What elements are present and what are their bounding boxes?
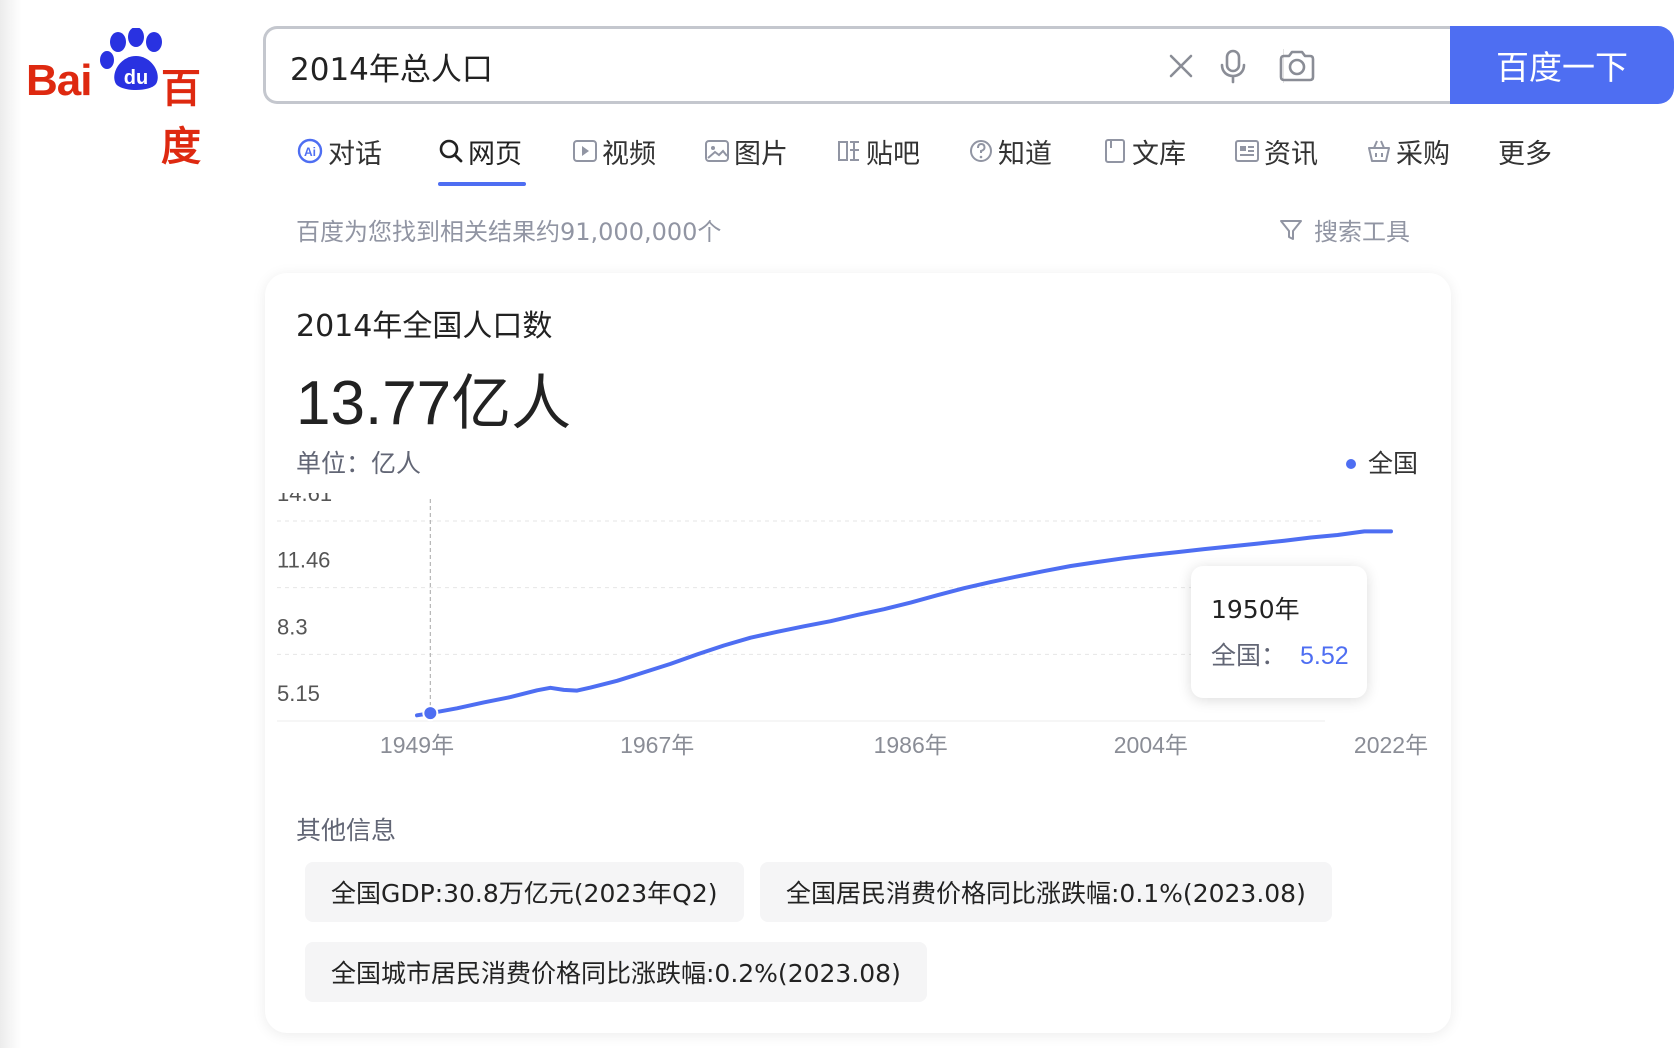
tab-label: 网页 — [468, 138, 522, 170]
info-chip-cpi[interactable]: 全国居民消费价格同比涨跌幅:0.1%(2023.08) — [760, 862, 1332, 922]
filter-icon — [1280, 219, 1302, 240]
card-title: 2014年全国人口数 — [296, 309, 553, 344]
tab-label: 对话 — [328, 138, 382, 170]
clear-icon[interactable] — [1163, 48, 1199, 84]
logo-chinese-text: 百度 — [161, 66, 201, 170]
tab-label: 资讯 — [1264, 138, 1318, 170]
search-button[interactable]: 百度一下 — [1450, 26, 1674, 104]
ai-chat-icon: Ai — [297, 138, 323, 164]
tieba-icon — [838, 141, 859, 161]
tab-more[interactable]: 更多 — [1498, 128, 1552, 174]
shopping-basket-icon — [1368, 140, 1390, 162]
logo-latin-text: Bai — [26, 56, 92, 105]
search-icon — [439, 139, 463, 163]
search-input[interactable] — [288, 39, 1192, 93]
population-card: 2014年全国人口数 13.77亿人 单位：亿人 全国 14.61 11.46 8.… — [265, 273, 1451, 1033]
search-tools-button[interactable]: 搜索工具 — [1278, 212, 1410, 247]
tab-label: 贴吧 — [866, 138, 920, 170]
tab-label: 视频 — [602, 138, 656, 170]
news-icon — [1235, 140, 1259, 162]
tooltip-row: 全国： 5.52 — [1211, 636, 1349, 672]
info-chip-urban-cpi[interactable]: 全国城市居民消费价格同比涨跌幅:0.2%(2023.08) — [305, 942, 927, 1002]
tab-label: 更多 — [1498, 138, 1552, 170]
x-tick-label: 2004年 — [1114, 732, 1188, 758]
population-number: 13.77 — [296, 369, 452, 438]
image-icon — [705, 140, 729, 162]
x-tick-label: 2022年 — [1354, 732, 1428, 758]
result-count: 百度为您找到相关结果约91,000,000个 — [296, 218, 722, 246]
tab-video[interactable]: 视频 — [572, 128, 656, 174]
tab-purchase[interactable]: 采购 — [1366, 128, 1450, 174]
tab-images[interactable]: 图片 — [704, 128, 788, 174]
video-icon — [573, 140, 597, 162]
svg-text:Ai: Ai — [304, 145, 316, 159]
y-tick-label: 8.3 — [277, 614, 308, 639]
question-icon — [970, 140, 992, 162]
paw-du-text: du — [124, 67, 148, 89]
tooltip-year: 1950年 — [1211, 595, 1300, 624]
search-tools-label: 搜索工具 — [1314, 218, 1410, 246]
baidu-logo[interactable]: Bai du 百度 — [26, 28, 236, 170]
chart-legend[interactable]: 全国 — [1345, 444, 1418, 480]
tab-tieba[interactable]: 贴吧 — [836, 128, 920, 174]
legend-label: 全国 — [1367, 449, 1418, 478]
camera-icon[interactable] — [1277, 48, 1317, 84]
x-tick-label: 1986年 — [874, 732, 948, 758]
other-info-title: 其他信息 — [296, 816, 397, 845]
tooltip-value: 5.52 — [1300, 642, 1349, 670]
search-box — [263, 26, 1453, 104]
tab-label: 知道 — [998, 138, 1052, 170]
tab-label: 图片 — [734, 138, 788, 170]
tooltip-series-label: 全国： — [1211, 641, 1287, 670]
y-tick-label: 5.15 — [277, 681, 320, 706]
tab-label: 采购 — [1396, 138, 1450, 170]
x-tick-label: 1967年 — [620, 732, 694, 758]
y-tick-label: 14.61 — [277, 493, 332, 506]
microphone-icon[interactable] — [1215, 48, 1251, 84]
info-chip-gdp[interactable]: 全国GDP:30.8万亿元(2023年Q2) — [305, 862, 744, 922]
tab-chat[interactable]: Ai 对话 — [296, 128, 382, 174]
chart-tooltip: 1950年 全国： 5.52 — [1191, 566, 1367, 698]
tab-web[interactable]: 网页 — [438, 128, 522, 174]
unit-label: 单位：亿人 — [296, 449, 422, 478]
active-tab-indicator — [438, 182, 526, 186]
tab-label: 文库 — [1132, 138, 1186, 170]
population-unit: 亿人 — [451, 369, 572, 439]
tab-wenku[interactable]: 文库 — [1102, 128, 1186, 174]
y-tick-label: 11.46 — [277, 548, 330, 573]
page-left-edge — [0, 0, 22, 1048]
document-icon — [1105, 139, 1125, 163]
legend-dot — [1345, 459, 1356, 469]
highlight-point — [422, 705, 439, 722]
tab-zhidao[interactable]: 知道 — [968, 128, 1052, 174]
x-tick-label: 1949年 — [380, 732, 454, 758]
population-value: 13.77亿人 — [296, 355, 571, 442]
tab-news[interactable]: 资讯 — [1234, 128, 1318, 174]
